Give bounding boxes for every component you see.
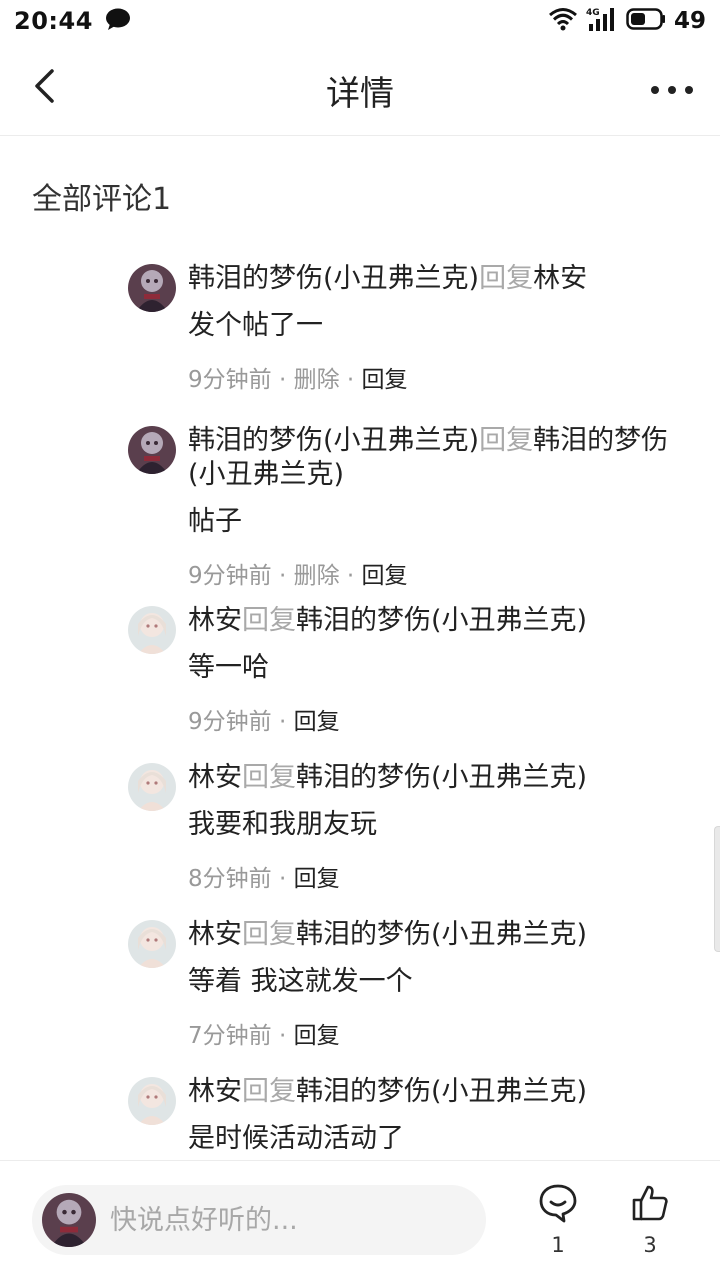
battery-icon: [626, 8, 666, 34]
comment-body: 是时候活动活动了: [188, 1123, 404, 1154]
reply-word: 回复: [242, 762, 296, 793]
avatar[interactable]: [128, 264, 176, 312]
reply-word: 回复: [479, 425, 534, 456]
comment-header: 林安回复韩泪的梦伤(小丑弗兰克): [188, 918, 690, 952]
reply-word: 回复: [242, 919, 296, 950]
comment-count-button[interactable]: 1: [528, 1183, 588, 1273]
reply-word: 回复: [479, 263, 534, 294]
detail-page: 20:44 4G 49 详情 全部评论1 韩泪的梦伤(小丑弗兰克)回复林安 发个…: [0, 0, 720, 1280]
comment-time: 7分钟前: [188, 1023, 272, 1049]
more-button[interactable]: [648, 72, 696, 106]
comments-section-title: 全部评论1: [32, 182, 172, 217]
comment-meta: 9分钟前 · 回复: [188, 707, 690, 737]
comment-reply-target[interactable]: 韩泪的梦伤(小丑弗兰克): [296, 1076, 587, 1107]
meta-separator: ·: [271, 866, 294, 892]
reply-button[interactable]: 回复: [294, 1023, 340, 1049]
comment-body: 我要和我朋友玩: [188, 809, 377, 840]
thumbs-up-icon: [630, 1183, 670, 1227]
comment-author[interactable]: 林安: [188, 762, 242, 793]
comment-reply-target[interactable]: 林安: [533, 263, 587, 294]
avatar: [42, 1193, 96, 1247]
meta-separator: ·: [339, 563, 362, 589]
comment-count: 1: [551, 1233, 565, 1257]
like-count: 3: [643, 1233, 657, 1257]
reply-word: 回复: [242, 1076, 296, 1107]
comment-meta: 9分钟前 · 删除 · 回复: [188, 365, 690, 395]
meta-separator: ·: [271, 563, 294, 589]
chat-bubble-icon: [105, 7, 131, 35]
comment-time: 9分钟前: [188, 367, 272, 393]
comment-author[interactable]: 韩泪的梦伤(小丑弗兰克): [188, 263, 479, 294]
comment-header: 韩泪的梦伤(小丑弗兰克)回复韩泪的梦伤(小丑弗兰克): [188, 424, 690, 492]
comment-item: 林安回复韩泪的梦伤(小丑弗兰克) 我要和我朋友玩 8分钟前 · 回复: [0, 761, 720, 918]
meta-separator: ·: [271, 367, 294, 393]
page-title: 详情: [326, 74, 394, 114]
comment-author[interactable]: 林安: [188, 1076, 242, 1107]
comment-body: 帖子: [188, 506, 242, 537]
status-bar: 20:44 4G 49: [0, 0, 720, 42]
comment-header: 林安回复韩泪的梦伤(小丑弗兰克): [188, 604, 690, 638]
comment-body: 发个帖了一: [188, 310, 323, 341]
comment-list: 韩泪的梦伤(小丑弗兰克)回复林安 发个帖了一 9分钟前 · 删除 · 回复 韩泪…: [0, 262, 720, 1195]
meta-separator: ·: [271, 709, 294, 735]
comment-time: 9分钟前: [188, 709, 272, 735]
avatar[interactable]: [128, 606, 176, 654]
comment-body: 等一哈: [188, 652, 269, 683]
status-right: 4G 49: [548, 6, 706, 36]
comment-author[interactable]: 林安: [188, 605, 242, 636]
comment-author[interactable]: 林安: [188, 919, 242, 950]
comment-author[interactable]: 韩泪的梦伤(小丑弗兰克): [188, 425, 479, 456]
more-dots-icon: [650, 80, 694, 99]
status-left: 20:44: [14, 7, 131, 35]
signal-4g-icon: 4G: [586, 6, 618, 36]
battery-level: 49: [673, 8, 706, 34]
comment-time: 9分钟前: [188, 563, 272, 589]
comment-reply-target[interactable]: 韩泪的梦伤(小丑弗兰克): [296, 919, 587, 950]
comment-item: 林安回复韩泪的梦伤(小丑弗兰克) 等一哈 9分钟前 · 回复: [0, 604, 720, 761]
avatar[interactable]: [128, 1077, 176, 1125]
comment-reply-target[interactable]: 韩泪的梦伤(小丑弗兰克): [296, 762, 587, 793]
delete-button[interactable]: 删除: [294, 367, 340, 393]
comment-bubble-icon: [538, 1183, 578, 1227]
comment-meta: 7分钟前 · 回复: [188, 1021, 690, 1051]
comment-item: 林安回复韩泪的梦伤(小丑弗兰克) 等着 我这就发一个 7分钟前 · 回复: [0, 918, 720, 1075]
avatar[interactable]: [128, 763, 176, 811]
avatar[interactable]: [128, 920, 176, 968]
comment-meta: 9分钟前 · 删除 · 回复: [188, 561, 690, 591]
nav-bar: 详情: [0, 42, 720, 136]
avatar[interactable]: [128, 426, 176, 474]
delete-button[interactable]: 删除: [294, 563, 340, 589]
comment-header: 韩泪的梦伤(小丑弗兰克)回复林安: [188, 262, 690, 296]
status-time: 20:44: [14, 7, 93, 35]
reply-button[interactable]: 回复: [362, 563, 408, 589]
comment-header: 林安回复韩泪的梦伤(小丑弗兰克): [188, 1075, 690, 1109]
comment-header: 林安回复韩泪的梦伤(小丑弗兰克): [188, 761, 690, 795]
reply-button[interactable]: 回复: [362, 367, 408, 393]
reply-button[interactable]: 回复: [294, 866, 340, 892]
reply-button[interactable]: 回复: [294, 709, 340, 735]
wifi-icon: [548, 7, 578, 35]
comment-input[interactable]: [32, 1185, 486, 1255]
reply-word: 回复: [242, 605, 296, 636]
like-button[interactable]: 3: [620, 1183, 680, 1273]
comment-item: 韩泪的梦伤(小丑弗兰克)回复韩泪的梦伤(小丑弗兰克) 帖子 9分钟前 · 删除 …: [0, 424, 720, 606]
comment-body: 等着 我这就发一个: [188, 966, 413, 997]
meta-separator: ·: [271, 1023, 294, 1049]
comment-item: 韩泪的梦伤(小丑弗兰克)回复林安 发个帖了一 9分钟前 · 删除 · 回复: [0, 262, 720, 418]
comment-time: 8分钟前: [188, 866, 272, 892]
meta-separator: ·: [339, 367, 362, 393]
side-drawer-handle[interactable]: [714, 826, 720, 952]
comment-meta: 8分钟前 · 回复: [188, 864, 690, 894]
bottom-comment-bar: 1 3: [0, 1160, 720, 1280]
comment-reply-target[interactable]: 韩泪的梦伤(小丑弗兰克): [296, 605, 587, 636]
svg-text:4G: 4G: [586, 8, 600, 18]
